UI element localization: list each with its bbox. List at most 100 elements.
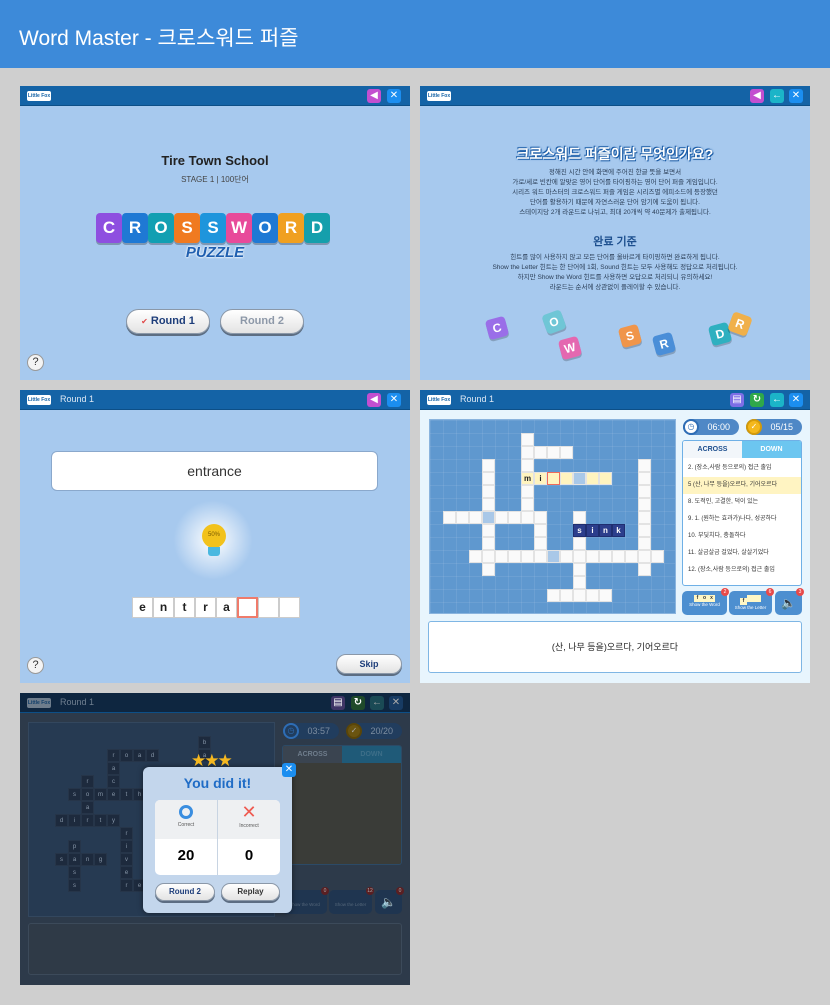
grid-cell[interactable] [534, 446, 547, 459]
letter-box[interactable]: n [153, 597, 174, 618]
grid-cell[interactable] [599, 472, 612, 485]
replay-button[interactable]: Replay [221, 883, 280, 901]
letter-box[interactable]: e [132, 597, 153, 618]
grid-cell[interactable] [521, 446, 534, 459]
grid-cell[interactable] [625, 550, 638, 563]
grid-cell[interactable] [534, 550, 547, 563]
grid-cell[interactable] [547, 550, 560, 563]
grid-cell[interactable] [612, 550, 625, 563]
grid-cell[interactable] [482, 485, 495, 498]
grid-cell[interactable] [482, 563, 495, 576]
grid-cell[interactable] [482, 537, 495, 550]
grid-cell[interactable] [586, 589, 599, 602]
grid-cell[interactable] [508, 511, 521, 524]
grid-cell[interactable]: i [534, 472, 547, 485]
round2-button[interactable]: Round 2 [155, 883, 215, 901]
grid-cell[interactable] [495, 511, 508, 524]
letter-box[interactable] [258, 597, 279, 618]
show-the-letter-button[interactable]: 6 f Show the Letter [729, 588, 774, 615]
grid-cell[interactable] [547, 589, 560, 602]
grid-cell[interactable] [573, 511, 586, 524]
grid-cell[interactable]: n [599, 524, 612, 537]
clue-item[interactable]: 8. 도적인, 고결한, 덕이 있는 [683, 494, 801, 511]
letter-box[interactable]: r [195, 597, 216, 618]
clue-item[interactable]: 12. (장소,사람 등으로의) 접근 출입 [683, 562, 801, 579]
letter-box[interactable]: a [216, 597, 237, 618]
close-icon[interactable]: ✕ [387, 89, 401, 103]
sound-icon[interactable]: ◀ [367, 393, 381, 407]
show-the-word-button[interactable]: 2 f o x Show the Word [682, 588, 729, 615]
grid-cell[interactable] [638, 472, 651, 485]
clue-item[interactable]: 5 (산, 나무 등을)오르다, 기어오르다 [683, 477, 801, 494]
skip-button[interactable]: Skip [336, 654, 402, 674]
grid-cell[interactable] [560, 550, 573, 563]
close-icon[interactable]: ✕ [789, 89, 803, 103]
grid-cell[interactable] [534, 537, 547, 550]
grid-cell[interactable] [534, 511, 547, 524]
grid-cell[interactable] [482, 472, 495, 485]
round2-button[interactable]: Round 2 [220, 309, 304, 334]
sound-icon[interactable]: ◀ [750, 89, 764, 103]
grid-cell[interactable] [638, 459, 651, 472]
grid-cell[interactable] [638, 550, 651, 563]
grid-cell[interactable] [573, 472, 586, 485]
grid-cell[interactable] [469, 511, 482, 524]
grid-cell[interactable] [482, 498, 495, 511]
grid-cell[interactable]: k [612, 524, 625, 537]
back-arrow-icon[interactable]: ← [770, 89, 784, 103]
help-button[interactable]: ? [27, 354, 44, 371]
grid-cell[interactable] [482, 550, 495, 563]
grid-cell[interactable] [547, 472, 560, 485]
grid-cell[interactable] [521, 511, 534, 524]
print-icon[interactable]: ▤ [730, 393, 744, 407]
grid-cell[interactable] [482, 511, 495, 524]
grid-cell[interactable] [573, 563, 586, 576]
grid-cell[interactable] [534, 524, 547, 537]
grid-cell[interactable] [638, 563, 651, 576]
tab-down[interactable]: DOWN [742, 441, 801, 458]
grid-cell[interactable] [521, 485, 534, 498]
restart-icon[interactable]: ↻ [750, 393, 764, 407]
help-button[interactable]: ? [27, 657, 44, 674]
letter-box[interactable] [237, 597, 258, 618]
grid-cell[interactable] [560, 589, 573, 602]
crossword-grid[interactable]: misink [429, 419, 676, 614]
grid-cell[interactable] [521, 498, 534, 511]
sound-hint-button[interactable]: 3 🔈 [775, 588, 804, 615]
grid-cell[interactable]: s [573, 524, 586, 537]
grid-cell[interactable] [573, 589, 586, 602]
grid-cell[interactable] [469, 550, 482, 563]
grid-cell[interactable] [586, 550, 599, 563]
grid-cell[interactable] [651, 550, 664, 563]
close-icon[interactable]: ✕ [789, 393, 803, 407]
back-arrow-icon[interactable]: ← [770, 393, 784, 407]
clue-item[interactable]: 2. (장소,사람 등으로의) 접근 출입 [683, 460, 801, 477]
clue-item[interactable]: 9. 1. (원하는 효과가)나다, 성공하다 [683, 511, 801, 528]
grid-cell[interactable] [560, 446, 573, 459]
grid-cell[interactable] [573, 550, 586, 563]
grid-cell[interactable] [638, 537, 651, 550]
clue-item[interactable]: 11. 살금살금 걸었다, 살살기었다 [683, 545, 801, 562]
grid-cell[interactable] [495, 550, 508, 563]
clue-item[interactable]: 10. 부딪치다, 충돌하다 [683, 528, 801, 545]
round1-button[interactable]: ✔ Round 1 [126, 309, 210, 334]
grid-cell[interactable] [573, 537, 586, 550]
grid-cell[interactable]: i [586, 524, 599, 537]
grid-cell[interactable] [521, 433, 534, 446]
grid-cell[interactable] [638, 524, 651, 537]
tab-across[interactable]: ACROSS [683, 441, 742, 458]
grid-cell[interactable] [547, 446, 560, 459]
grid-cell[interactable] [638, 511, 651, 524]
grid-cell[interactable] [586, 472, 599, 485]
grid-cell[interactable] [443, 511, 456, 524]
grid-cell[interactable] [599, 589, 612, 602]
grid-cell[interactable] [638, 485, 651, 498]
grid-cell[interactable] [521, 550, 534, 563]
letter-box[interactable]: t [174, 597, 195, 618]
grid-cell[interactable] [599, 550, 612, 563]
grid-cell[interactable] [638, 498, 651, 511]
grid-cell[interactable]: m [521, 472, 534, 485]
sound-icon[interactable]: ◀ [367, 89, 381, 103]
grid-cell[interactable] [508, 550, 521, 563]
grid-cell[interactable] [482, 459, 495, 472]
